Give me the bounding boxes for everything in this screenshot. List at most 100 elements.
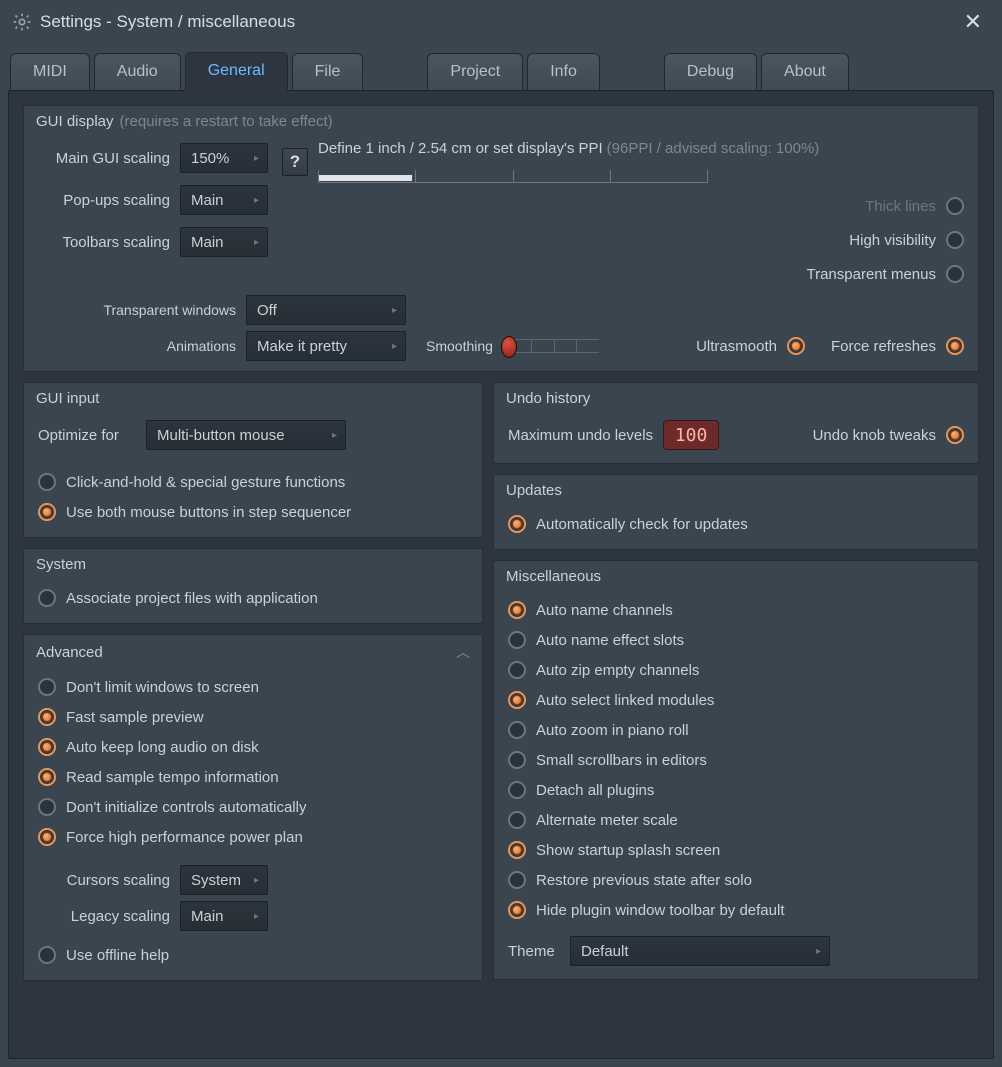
- panel-title: GUI input: [36, 390, 99, 407]
- radio-icon: [38, 828, 56, 846]
- chevron-right-icon: ▸: [246, 875, 259, 886]
- transparent-windows-label: Transparent windows: [38, 302, 236, 318]
- slider-knob-icon[interactable]: [501, 336, 517, 358]
- panel-gui-input: GUI input Optimize for Multi-button mous…: [23, 382, 483, 538]
- advanced-item-0[interactable]: Don't limit windows to screen: [38, 672, 468, 702]
- misc-item-1[interactable]: Auto name effect slots: [508, 625, 964, 655]
- opt-transparent-menus[interactable]: Transparent menus: [806, 259, 964, 289]
- close-button[interactable]: ✕: [956, 5, 990, 39]
- option-label: Restore previous state after solo: [536, 872, 752, 889]
- misc-item-6[interactable]: Detach all plugins: [508, 775, 964, 805]
- smoothing-slider[interactable]: [509, 339, 599, 353]
- opt-ultrasmooth[interactable]: Ultrasmooth: [696, 331, 805, 361]
- animations-dropdown[interactable]: Make it pretty ▸: [246, 331, 406, 361]
- panel-undo: Undo history Maximum undo levels 100 Und…: [493, 382, 979, 464]
- chevron-right-icon: ▸: [808, 946, 821, 957]
- tab-file[interactable]: File: [292, 53, 364, 91]
- transparent-windows-dropdown[interactable]: Off ▸: [246, 295, 406, 325]
- misc-item-5[interactable]: Small scrollbars in editors: [508, 745, 964, 775]
- radio-icon: [508, 901, 526, 919]
- misc-item-9[interactable]: Restore previous state after solo: [508, 865, 964, 895]
- option-label: Detach all plugins: [536, 782, 654, 799]
- panel-title: System: [36, 556, 86, 573]
- opt-high-visibility[interactable]: High visibility: [806, 225, 964, 255]
- radio-icon: [508, 751, 526, 769]
- radio-icon: [38, 738, 56, 756]
- radio-icon: [508, 841, 526, 859]
- ppi-label: Define 1 inch / 2.54 cm or set display's…: [318, 140, 603, 157]
- advanced-item-2[interactable]: Auto keep long audio on disk: [38, 732, 468, 762]
- panel-title: Undo history: [506, 390, 590, 407]
- chevron-right-icon: ▸: [246, 911, 259, 922]
- optimize-dropdown[interactable]: Multi-button mouse ▸: [146, 420, 346, 450]
- tab-general[interactable]: General: [185, 52, 288, 91]
- advanced-item-1[interactable]: Fast sample preview: [38, 702, 468, 732]
- tab-about[interactable]: About: [761, 53, 849, 91]
- panel-title: Miscellaneous: [506, 568, 601, 585]
- chevron-right-icon: ▸: [324, 430, 337, 441]
- option-label: Fast sample preview: [66, 709, 204, 726]
- panel-hint: (requires a restart to take effect): [120, 113, 333, 130]
- option-label: Hide plugin window toolbar by default: [536, 902, 785, 919]
- misc-item-3[interactable]: Auto select linked modules: [508, 685, 964, 715]
- tab-project[interactable]: Project: [427, 53, 523, 91]
- cursors-scaling-label: Cursors scaling: [38, 872, 170, 889]
- opt-offline-help[interactable]: Use offline help: [38, 940, 468, 970]
- panel-system: System Associate project files with appl…: [23, 548, 483, 624]
- tab-info[interactable]: Info: [527, 53, 600, 91]
- advanced-item-5[interactable]: Force high performance power plan: [38, 822, 468, 852]
- cursors-scaling-dropdown[interactable]: System ▸: [180, 865, 268, 895]
- chevron-right-icon: ▸: [384, 341, 397, 352]
- option-label: Auto select linked modules: [536, 692, 714, 709]
- opt-associate[interactable]: Associate project files with application: [38, 583, 468, 613]
- radio-icon: [38, 503, 56, 521]
- tab-debug[interactable]: Debug: [664, 53, 757, 91]
- chevron-right-icon: ▸: [246, 195, 259, 206]
- radio-icon: [38, 946, 56, 964]
- opt-both-buttons[interactable]: Use both mouse buttons in step sequencer: [38, 497, 468, 527]
- advanced-item-4[interactable]: Don't initialize controls automatically: [38, 792, 468, 822]
- misc-item-2[interactable]: Auto zip empty channels: [508, 655, 964, 685]
- advanced-item-3[interactable]: Read sample tempo information: [38, 762, 468, 792]
- panel-title: GUI display: [36, 113, 114, 130]
- radio-icon: [508, 661, 526, 679]
- option-label: Alternate meter scale: [536, 812, 678, 829]
- popups-scaling-dropdown[interactable]: Main ▸: [180, 185, 268, 215]
- popups-scaling-label: Pop-ups scaling: [38, 192, 170, 209]
- tab-audio[interactable]: Audio: [94, 53, 181, 91]
- opt-click-hold[interactable]: Click-and-hold & special gesture functio…: [38, 467, 468, 497]
- option-label: Small scrollbars in editors: [536, 752, 707, 769]
- misc-item-8[interactable]: Show startup splash screen: [508, 835, 964, 865]
- main-scaling-dropdown[interactable]: 150% ▸: [180, 143, 268, 173]
- misc-item-7[interactable]: Alternate meter scale: [508, 805, 964, 835]
- opt-undo-knob-tweaks[interactable]: Undo knob tweaks: [813, 420, 964, 450]
- legacy-scaling-label: Legacy scaling: [38, 908, 170, 925]
- max-undo-value[interactable]: 100: [663, 420, 719, 450]
- misc-item-4[interactable]: Auto zoom in piano roll: [508, 715, 964, 745]
- toolbars-scaling-dropdown[interactable]: Main ▸: [180, 227, 268, 257]
- radio-icon: [508, 871, 526, 889]
- tab-midi[interactable]: MIDI: [10, 53, 90, 91]
- opt-force-refreshes[interactable]: Force refreshes: [831, 331, 964, 361]
- misc-item-10[interactable]: Hide plugin window toolbar by default: [508, 895, 964, 925]
- radio-icon: [38, 768, 56, 786]
- opt-thick-lines[interactable]: Thick lines: [806, 191, 964, 221]
- theme-dropdown[interactable]: Default ▸: [570, 936, 830, 966]
- max-undo-label: Maximum undo levels: [508, 427, 653, 444]
- legacy-scaling-dropdown[interactable]: Main ▸: [180, 901, 268, 931]
- radio-icon: [946, 426, 964, 444]
- misc-item-0[interactable]: Auto name channels: [508, 595, 964, 625]
- radio-icon: [508, 515, 526, 533]
- option-label: Don't limit windows to screen: [66, 679, 259, 696]
- option-label: Auto zip empty channels: [536, 662, 699, 679]
- radio-icon: [946, 265, 964, 283]
- option-label: Read sample tempo information: [66, 769, 279, 786]
- main-scaling-label: Main GUI scaling: [38, 150, 170, 167]
- chevron-up-icon[interactable]: ︿: [456, 642, 470, 662]
- panel-gui-display: GUI display (requires a restart to take …: [23, 105, 979, 372]
- ppi-slider[interactable]: [318, 163, 708, 183]
- help-button[interactable]: ?: [282, 148, 308, 176]
- option-label: Force high performance power plan: [66, 829, 303, 846]
- opt-auto-check-updates[interactable]: Automatically check for updates: [508, 509, 964, 539]
- ppi-hint: (96PPI / advised scaling: 100%): [607, 140, 820, 157]
